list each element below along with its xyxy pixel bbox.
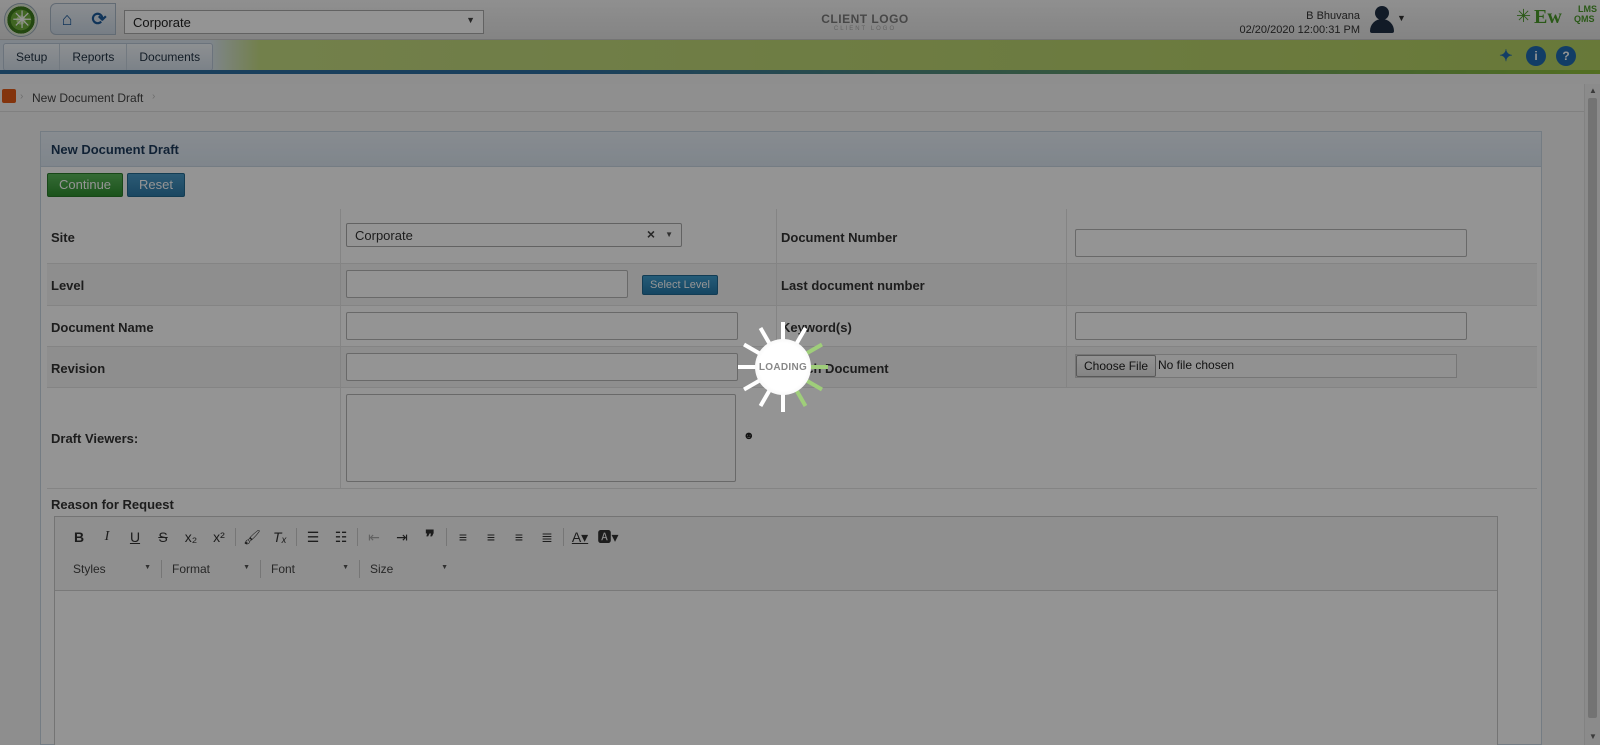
spinner-ray (805, 342, 823, 356)
spinner-ray (794, 389, 808, 407)
loading-text: LOADING (755, 339, 811, 395)
spinner-ray (781, 322, 785, 340)
spinner-ray (805, 378, 823, 392)
loading-spinner: LOADING (738, 322, 828, 412)
spinner-ray (781, 394, 785, 412)
spinner-ray (738, 365, 756, 369)
spinner-ray (810, 365, 828, 369)
spinner-ray (758, 389, 772, 407)
